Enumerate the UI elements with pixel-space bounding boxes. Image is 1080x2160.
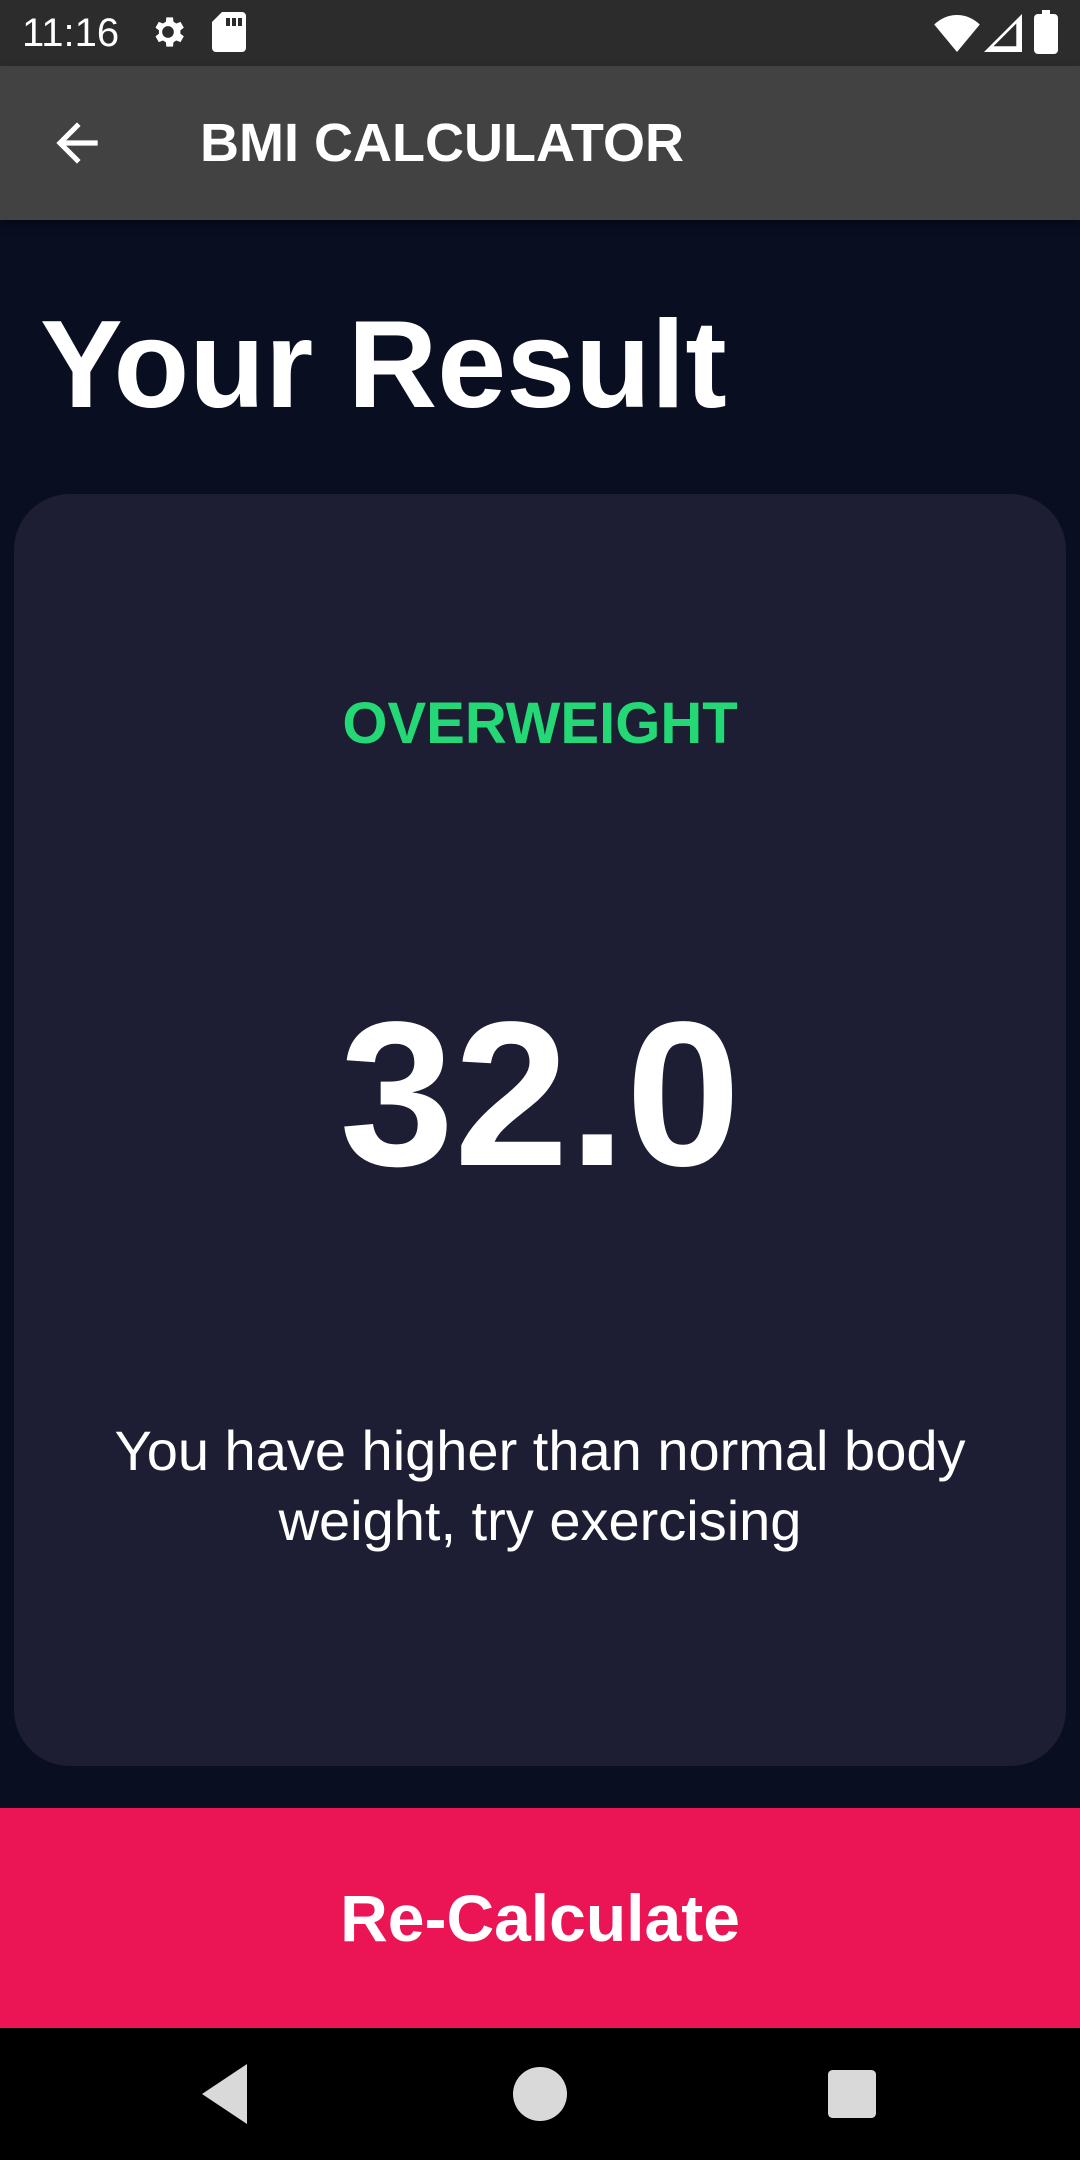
battery-icon [1034,10,1058,59]
cell-signal-icon [984,14,1022,57]
recalculate-button[interactable]: Re-Calculate [0,1808,1080,2028]
result-message: You have higher than normal body weight,… [114,1419,966,1552]
result-card: OVERWEIGHT 32.0 You have higher than nor… [14,494,1066,1766]
page-title: Your Result [40,296,727,434]
bmi-value: 32.0 [339,979,741,1209]
back-button[interactable] [40,112,114,174]
app-bar: BMI CALCULATOR [0,66,1080,220]
arrow-back-icon [56,122,98,164]
sd-card-icon [212,12,246,57]
system-nav-bar [0,2028,1080,2160]
back-triangle-icon[interactable] [196,2064,256,2124]
status-bar: 11:16 [0,0,1080,66]
settings-icon [148,12,188,57]
app-title: BMI CALCULATOR [200,113,684,173]
recents-square-icon[interactable] [822,2064,882,2124]
result-category: OVERWEIGHT [342,691,738,756]
home-circle-icon[interactable] [510,2064,570,2124]
wifi-icon [934,14,980,57]
status-time: 11:16 [22,11,120,55]
